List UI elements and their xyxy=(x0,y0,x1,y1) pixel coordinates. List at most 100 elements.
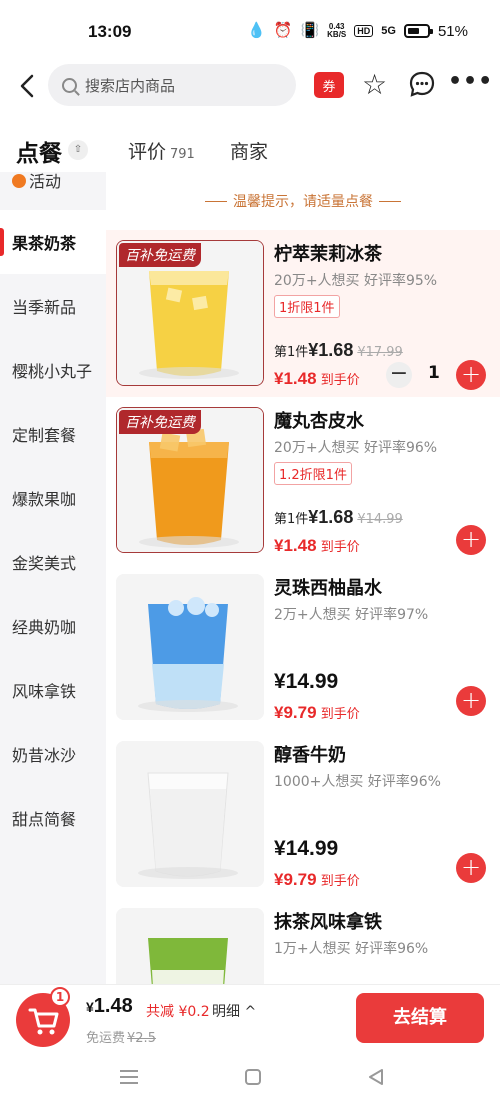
activity-label: 活动 xyxy=(12,172,61,192)
search-icon xyxy=(62,77,77,93)
currency-symbol: ¥ xyxy=(86,999,94,1015)
activity-dot-icon xyxy=(12,174,26,188)
final-price-label: 到手价 xyxy=(320,874,360,889)
product-card[interactable]: 百补免运费 魔丸杏皮水 20万+人想买 好评率96% 1.2折限1件 第1件¥1… xyxy=(106,397,500,564)
final-price-value: ¥9.79 xyxy=(274,703,317,722)
tip-line-left xyxy=(205,200,227,202)
product-name[interactable]: 柠萃茉莉冰茶 xyxy=(274,240,382,266)
discount-tag: 1.2折限1件 xyxy=(274,462,352,485)
sidebar-item-set-meal[interactable]: 定制套餐 xyxy=(0,402,106,466)
search-box[interactable]: 搜索店内商品 xyxy=(48,64,296,106)
first-label: 第1件 xyxy=(274,345,309,360)
checkout-button[interactable]: 去结算 xyxy=(356,993,484,1043)
more-icon[interactable]: ••• xyxy=(448,68,493,96)
tip-text: 温馨提示，请适量点餐 xyxy=(233,194,373,210)
sidebar-item-fruit-coffee[interactable]: 爆款果咖 xyxy=(0,466,106,530)
minus-button[interactable]: − xyxy=(386,362,412,388)
sidebar-item-milk-coffee[interactable]: 经典奶咖 xyxy=(0,594,106,658)
plus-button[interactable]: + xyxy=(456,686,486,716)
drop-icon: 💧 xyxy=(247,22,266,39)
sidebar-item-smoothie[interactable]: 奶昔冰沙 xyxy=(0,722,106,786)
product-card[interactable]: 醇香牛奶 1000+人想买 好评率96% ¥14.99 ¥9.79 到手价 + xyxy=(106,731,500,898)
product-name[interactable]: 醇香牛奶 xyxy=(274,741,346,767)
first-label: 第1件 xyxy=(274,512,309,527)
search-placeholder: 搜索店内商品 xyxy=(85,76,176,95)
hd-badge: HD xyxy=(354,25,374,37)
coupon-button[interactable]: 券 xyxy=(314,72,344,98)
plus-button[interactable]: + xyxy=(456,360,486,390)
product-price: ¥14.99 xyxy=(274,837,338,861)
sidebar-item-activity[interactable]: 活动 xyxy=(0,172,106,210)
price-value: ¥14.99 xyxy=(274,837,339,860)
product-card[interactable]: 百补免运费 柠萃茉莉冰茶 20万+人想买 好评率95% 1折限1件 第1件¥1.… xyxy=(106,230,500,397)
product-meta: 20万+人想买 好评率95% xyxy=(274,273,438,289)
chat-icon[interactable] xyxy=(408,70,436,98)
plus-button[interactable]: + xyxy=(456,853,486,883)
product-price: ¥14.99 xyxy=(274,670,338,694)
back-arrow-icon[interactable] xyxy=(14,70,42,102)
sidebar-item-fruit-tea[interactable]: 果茶奶茶 xyxy=(0,210,106,274)
product-name[interactable]: 灵珠西柚晶水 xyxy=(274,574,382,600)
quantity-value: 1 xyxy=(428,363,440,383)
final-price-label: 到手价 xyxy=(320,707,360,722)
final-price: ¥1.48 到手价 xyxy=(274,536,360,556)
star-icon[interactable]: ☆ xyxy=(362,68,387,102)
product-image[interactable] xyxy=(116,574,264,720)
cart-bar: 1 ¥1.48 共减 ¥0.2 明细 ^ 免运费 ¥2.5 去结算 xyxy=(0,984,500,1048)
tab-reviews-count: 791 xyxy=(170,147,195,162)
cart-badge: 1 xyxy=(50,987,70,1007)
free-delivery-orig: ¥2.5 xyxy=(127,1031,156,1046)
product-name[interactable]: 魔丸杏皮水 xyxy=(274,407,364,433)
discount-tag: 1折限1件 xyxy=(274,295,340,318)
product-image[interactable]: 百补免运费 xyxy=(116,240,264,386)
activity-text: 活动 xyxy=(29,172,62,191)
vibrate-icon: 📳 xyxy=(300,22,320,39)
product-meta: 1000+人想买 好评率96% xyxy=(274,774,441,790)
original-price: ¥17.99 xyxy=(357,345,403,360)
sidebar-item-latte[interactable]: 风味拿铁 xyxy=(0,658,106,722)
sidebar-item-americano[interactable]: 金奖美式 xyxy=(0,530,106,594)
tab-order[interactable]: 点餐 xyxy=(16,134,62,172)
tab-reviews[interactable]: 评价 791 xyxy=(128,137,195,164)
product-ribbon: 百补免运费 xyxy=(119,410,201,434)
final-price: ¥9.79 到手价 xyxy=(274,703,360,723)
first-price: ¥1.68 xyxy=(308,340,354,360)
menu-icon[interactable] xyxy=(118,1068,140,1090)
cup-image-icon xyxy=(116,574,264,720)
product-image[interactable]: 百补免运费 xyxy=(116,407,264,553)
status-bar: 13:09 💧 ⏰ 📳 0.43 KB/S HD 5G 51% xyxy=(0,0,500,64)
final-price-value: ¥1.48 xyxy=(274,369,317,388)
signal-5g: 5G xyxy=(381,25,396,37)
cup-image-icon xyxy=(116,741,264,887)
original-price: ¥14.99 xyxy=(357,512,403,527)
tip-banner: 温馨提示，请适量点餐 xyxy=(106,172,500,230)
final-price-label: 到手价 xyxy=(320,373,360,388)
free-delivery: 免运费 ¥2.5 xyxy=(86,1027,156,1046)
back-icon[interactable] xyxy=(366,1068,386,1090)
product-name[interactable]: 抹茶风味拿铁 xyxy=(274,908,382,934)
collapse-icon[interactable]: ⇧ xyxy=(68,140,88,160)
alarm-icon: ⏰ xyxy=(273,22,293,39)
first-item-price: 第1件¥1.68 ¥14.99 xyxy=(274,507,403,528)
product-card[interactable]: 灵珠西柚晶水 2万+人想买 好评率97% ¥14.99 ¥9.79 到手价 + xyxy=(106,564,500,731)
detail-button[interactable]: 明细 ^ xyxy=(212,1001,256,1021)
product-card[interactable]: 抹茶风味拿铁 1万+人想买 好评率96% xyxy=(106,898,500,984)
category-sidebar: 活动 果茶奶茶 当季新品 樱桃小丸子 定制套餐 爆款果咖 金奖美式 经典奶咖 风… xyxy=(0,172,106,984)
product-image[interactable] xyxy=(116,908,264,984)
sidebar-item-dessert[interactable]: 甜点简餐 xyxy=(0,786,106,850)
first-price: ¥1.68 xyxy=(308,507,354,527)
product-ribbon: 百补免运费 xyxy=(119,243,201,267)
price-value: ¥14.99 xyxy=(274,670,339,693)
tab-merchant[interactable]: 商家 xyxy=(230,137,268,164)
home-icon[interactable] xyxy=(244,1068,262,1090)
sidebar-item-seasonal[interactable]: 当季新品 xyxy=(0,274,106,338)
plus-button[interactable]: + xyxy=(456,525,486,555)
net-speed: 0.43 KB/S xyxy=(327,22,347,39)
final-price-value: ¥9.79 xyxy=(274,870,317,889)
status-time: 13:09 xyxy=(88,22,132,41)
sidebar-item-cherry[interactable]: 樱桃小丸子 xyxy=(0,338,106,402)
product-meta: 1万+人想买 好评率96% xyxy=(274,941,429,957)
final-price: ¥9.79 到手价 xyxy=(274,870,360,890)
product-image[interactable] xyxy=(116,741,264,887)
status-icons: 💧 ⏰ 📳 0.43 KB/S HD 5G 51% xyxy=(247,22,468,40)
